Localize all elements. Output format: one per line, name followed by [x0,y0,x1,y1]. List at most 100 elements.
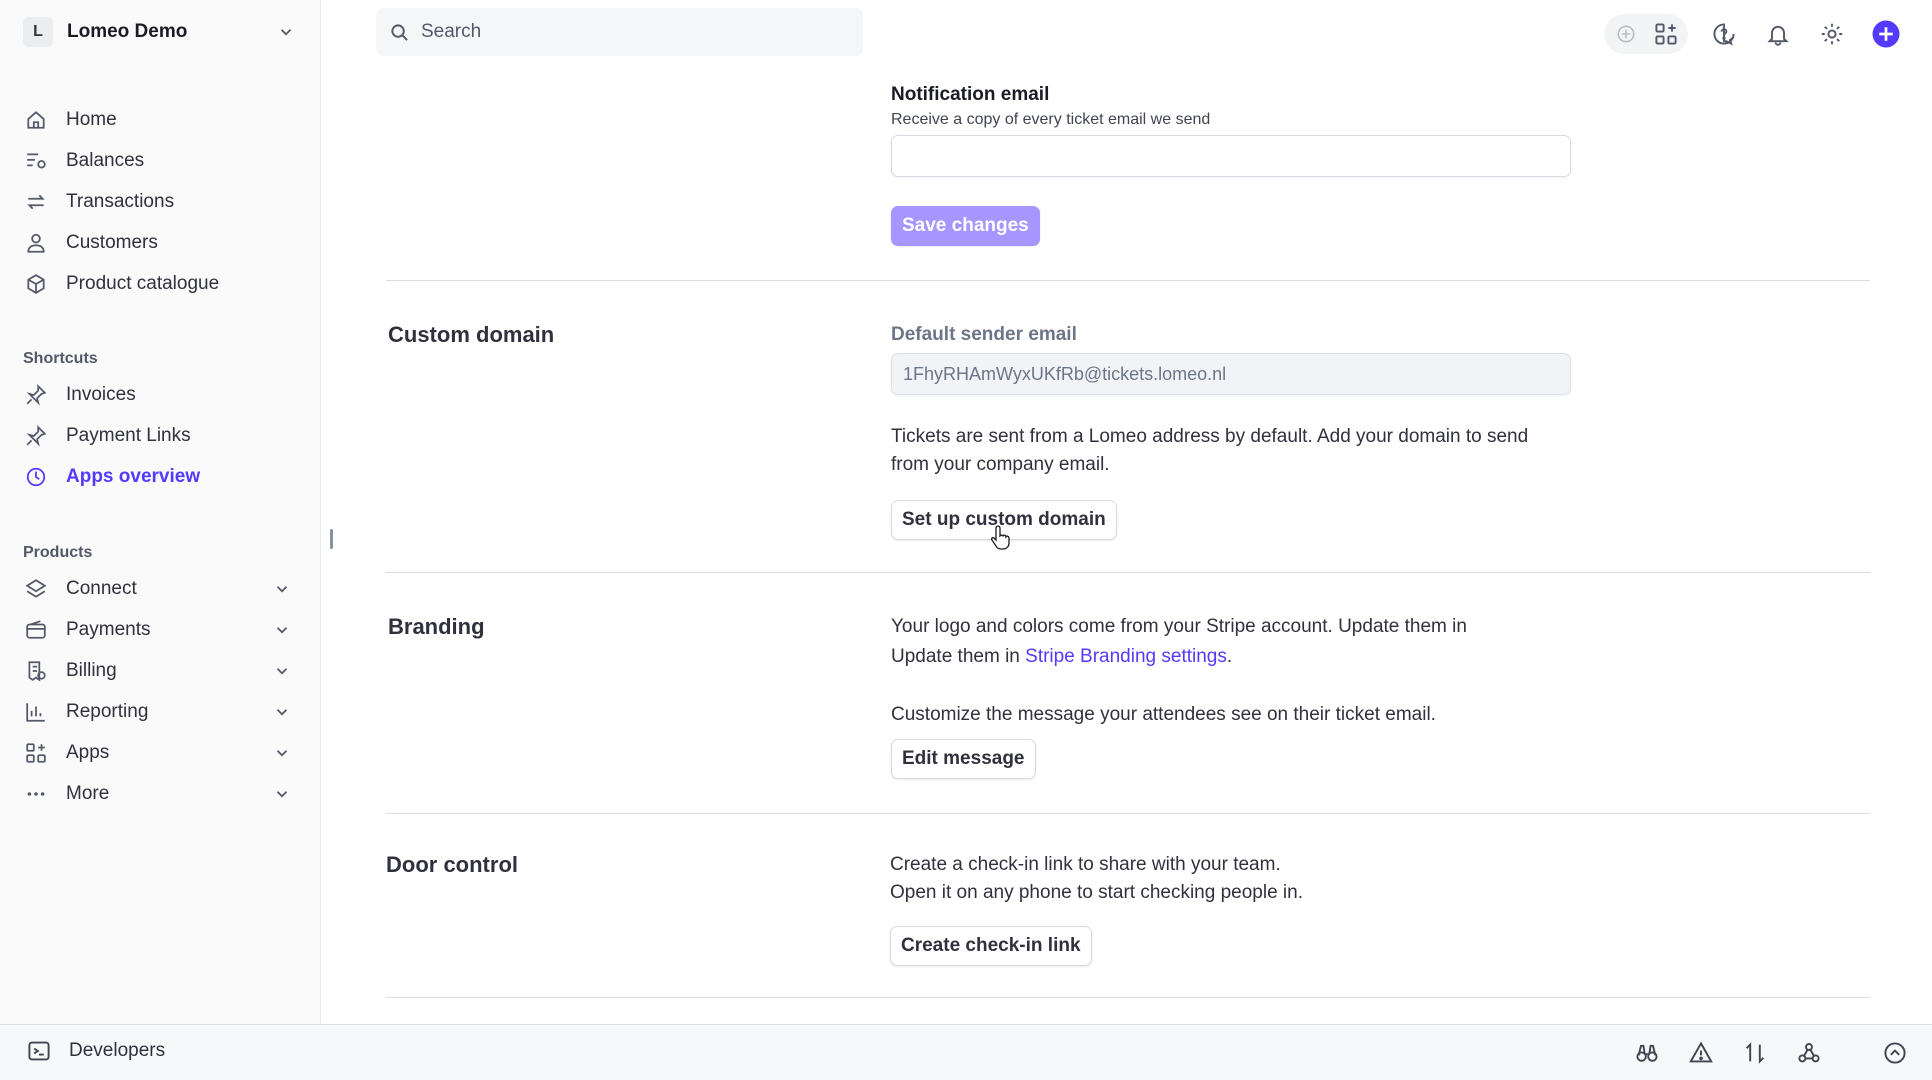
branding-title: Branding [388,614,485,639]
sidebar-item-label: Balances [66,149,145,171]
branding-text: . [1226,646,1233,667]
billing-icon [23,658,49,684]
sidebar-item-label: Transactions [66,190,175,212]
developers-label: Developers [69,1040,166,1061]
sidebar-item-balances[interactable]: Balances [23,140,295,181]
sidebar-item-product-catalogue[interactable]: Product catalogue [23,263,295,304]
search-placeholder: Search [421,21,482,42]
binoculars-icon[interactable] [1630,1036,1664,1070]
chevron-down-icon [273,662,291,680]
search-input[interactable]: Search [376,8,863,56]
search-icon [390,23,409,42]
edit-message-button[interactable]: Edit message [891,739,1036,779]
chevron-down-icon [277,23,295,41]
balances-icon [23,148,49,174]
main-nav: Home Balances Transactions Customers Pro… [23,99,295,304]
webhook-icon[interactable] [1792,1036,1826,1070]
branding-description-line: Update them in Stripe Branding settings. [891,643,1611,671]
sidebar-item-transactions[interactable]: Transactions [23,181,295,222]
sidebar-item-label: Connect [66,577,137,599]
home-icon [23,107,49,133]
sidebar-item-apps[interactable]: Apps [23,732,295,773]
products-nav: Products Connect Payments Billing Report… [23,538,295,814]
sidebar-item-invoices[interactable]: Invoices [23,374,295,415]
default-sender-field [891,353,1571,395]
chevron-down-icon [273,703,291,721]
stripe-branding-settings-link[interactable]: Stripe Branding settings [1025,646,1227,667]
shortcuts-nav: Shortcuts Invoices Payment Links Apps ov… [23,344,295,497]
sidebar-item-label: Billing [66,659,117,681]
sidebar-item-more[interactable]: More [23,773,295,814]
sort-arrows-icon[interactable] [1738,1036,1772,1070]
shortcuts-heading: Shortcuts [23,350,98,367]
branding-description-line: Your logo and colors come from your Stri… [891,616,1467,637]
default-sender-label: Default sender email [891,324,1077,345]
bar-chart-icon [23,699,49,725]
create-check-in-link-button[interactable]: Create check-in link [890,926,1092,966]
terminal-icon [27,1039,51,1063]
sidebar-item-label: Home [66,108,117,130]
sidebar-item-label: More [66,782,110,804]
expand-up-icon[interactable] [1878,1036,1912,1070]
gear-icon[interactable] [1814,16,1850,52]
sidebar-resize-handle[interactable] [330,529,333,549]
layers-icon [23,576,49,602]
chevron-down-icon [273,580,291,598]
developers-button[interactable]: Developers [27,1039,165,1063]
sidebar-item-label: Payments [66,618,151,640]
hand-cursor-icon [991,524,1013,550]
chevron-down-icon [273,621,291,639]
sidebar-item-home[interactable]: Home [23,99,295,140]
section-divider [386,280,1870,281]
section-divider [386,813,1870,814]
products-heading: Products [23,544,93,561]
section-divider [386,572,1870,573]
top-toolbar [1604,14,1904,54]
sidebar-item-reporting[interactable]: Reporting [23,691,295,732]
custom-domain-description: Tickets are sent from a Lomeo address by… [891,423,1611,479]
sidebar-item-connect[interactable]: Connect [23,568,295,609]
apps-grid-icon [23,740,49,766]
customize-message-text: Customize the message your attendees see… [891,704,1436,725]
section-divider [386,997,1870,998]
notification-email-help: Receive a copy of every ticket email we … [891,111,1211,128]
custom-domain-description-line: Tickets are sent from a Lomeo address by… [891,426,1529,447]
door-control-description: Create a check-in link to share with you… [890,851,1610,907]
chevron-down-icon [273,744,291,762]
warning-icon[interactable] [1684,1036,1718,1070]
person-icon [23,230,49,256]
sidebar-item-label: Customers [66,231,158,253]
help-icon[interactable] [1706,16,1742,52]
sidebar: L Lomeo Demo Home Balances Transactions … [0,0,321,1024]
custom-domain-title: Custom domain [388,322,555,347]
bell-icon[interactable] [1760,16,1796,52]
sidebar-item-payments[interactable]: Payments [23,609,295,650]
branding-description: Your logo and colors come from your Stri… [891,613,1611,671]
account-avatar: L [23,17,53,47]
developers-bar: Developers [0,1024,1932,1080]
notification-email-field[interactable] [891,135,1571,177]
sidebar-item-customers[interactable]: Customers [23,222,295,263]
door-control-description-line: Open it on any phone to start checking p… [890,882,1303,903]
apps-grid-icon[interactable] [1648,16,1684,52]
sidebar-item-label: Product catalogue [66,272,220,294]
door-control-title: Door control [386,852,518,877]
save-changes-button[interactable]: Save changes [891,206,1040,246]
pin-icon [23,423,49,449]
wallet-icon [23,617,49,643]
developer-tools [1610,1036,1912,1070]
create-plus-icon[interactable] [1868,16,1904,52]
chevron-down-icon [273,785,291,803]
branding-text: Update them in [891,646,1026,667]
sidebar-item-payment-links[interactable]: Payment Links [23,415,295,456]
transactions-icon [23,189,49,215]
sidebar-item-billing[interactable]: Billing [23,650,295,691]
account-switcher[interactable]: L Lomeo Demo [23,17,295,47]
sidebar-item-label: Apps overview [66,465,201,487]
sidebar-item-apps-overview[interactable]: Apps overview [23,456,295,497]
sidebar-item-label: Apps [66,741,110,763]
sidebar-item-label: Invoices [66,383,136,405]
clock-icon [23,464,49,490]
app-logo-icon[interactable] [1608,16,1644,52]
more-dots-icon [23,781,49,807]
